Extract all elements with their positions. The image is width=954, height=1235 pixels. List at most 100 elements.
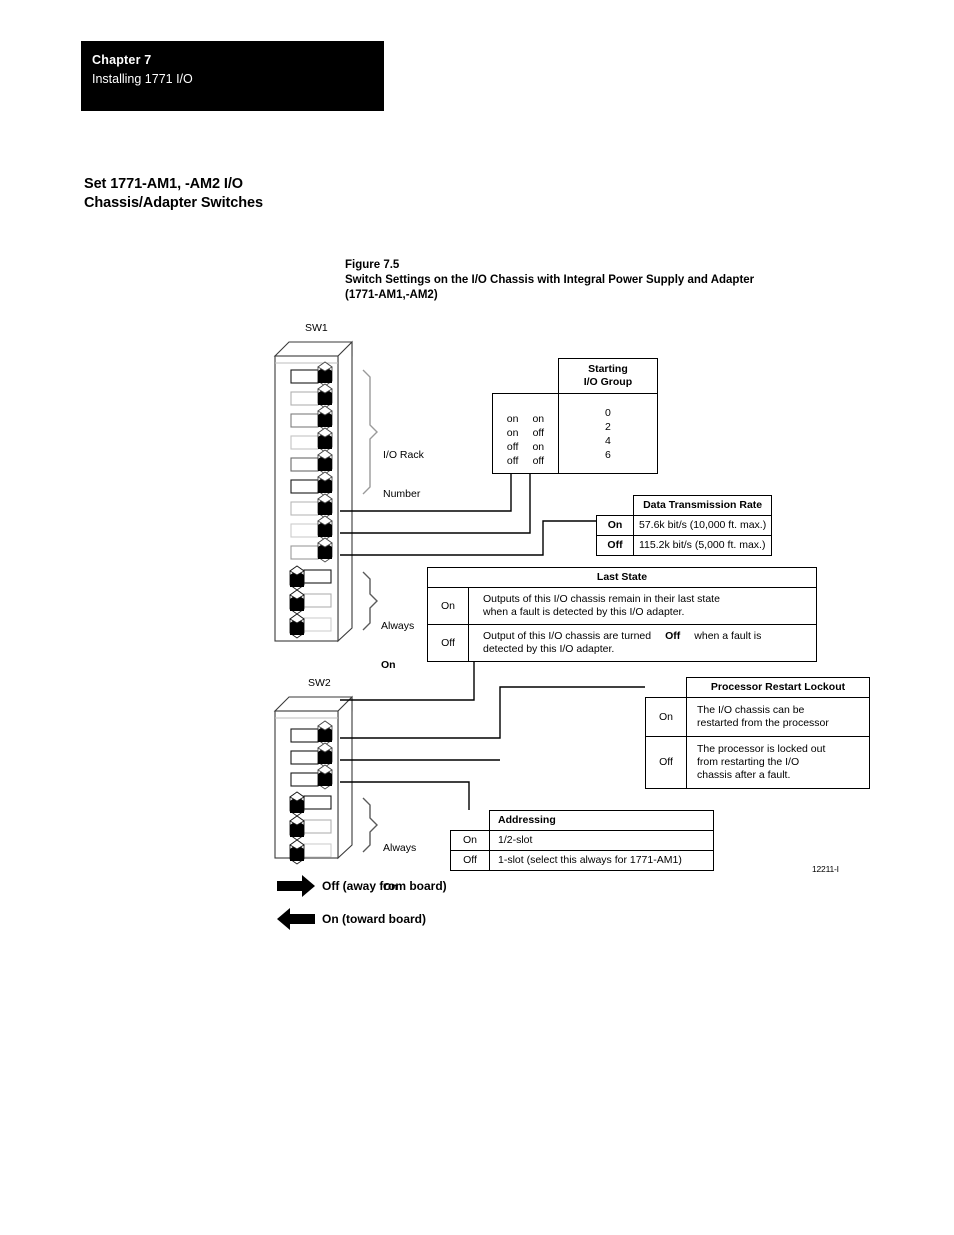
table-last-state: Last State On Outputs of this I/O chassi… [427, 567, 817, 662]
switch-bank-sw2 [273, 695, 353, 865]
last-state-desc-off-line2: detected by this I/O adapter. [483, 643, 615, 655]
label-io-rack-number: I/O Rack Number [383, 423, 424, 527]
sw1-switch-3[interactable] [290, 405, 333, 431]
spacer-cell [597, 496, 634, 516]
switch-bank-sw1 [273, 340, 353, 643]
addressing-state-on: On [450, 830, 490, 851]
table-row: Addressing [451, 810, 714, 831]
table-row: On The I/O chassis can be restarted from… [645, 697, 870, 737]
data-rate-desc-on: 57.6k bit/s (10,000 ft. max.) [632, 515, 773, 536]
table-data-transmission-rate: Data Transmission Rate On 57.6k bit/s (1… [596, 495, 773, 556]
table-row: Off 1-slot (select this always for 1771-… [450, 850, 714, 871]
last-state-state-off: Off [427, 624, 469, 662]
sw1-switch-9[interactable] [290, 537, 333, 563]
last-state-desc-on-line2: when a fault is detected by this I/O ada… [483, 606, 685, 618]
table-starting-io-group: Starting I/O Group on on off off on off o… [492, 358, 658, 474]
table-row: Processor Restart Lockout [646, 677, 870, 698]
chapter-header-bar: Chapter 7 Installing 1771 I/O [81, 41, 384, 111]
sw1-switch-6[interactable] [290, 471, 333, 497]
table-row: On 57.6k bit/s (10,000 ft. max.) [596, 515, 773, 536]
spacer-cell [646, 678, 687, 698]
section-heading: Set 1771-AM1, -AM2 I/O Chassis/Adapter S… [84, 175, 414, 213]
section-heading-line1: Set 1771-AM1, -AM2 I/O [84, 176, 243, 192]
figure-number: Figure 7.5 [345, 259, 400, 271]
label-always-2: Always [383, 842, 417, 854]
label-always-1: Always [381, 620, 415, 632]
figure-caption: Figure 7.5 Switch Settings on the I/O Ch… [345, 258, 865, 303]
label-io-rack-line2: Number [383, 488, 421, 500]
sw1-switch-4[interactable] [290, 427, 333, 453]
sw1-switch-5[interactable] [290, 449, 333, 475]
spacer-cell [492, 358, 559, 394]
table-header-addressing: Addressing [489, 810, 714, 831]
table-header-data-transmission-rate: Data Transmission Rate [632, 495, 773, 516]
table-header-processor-restart-lockout: Processor Restart Lockout [686, 677, 870, 698]
last-state-off-emphasis: Off [665, 630, 681, 642]
table-addressing: Addressing On 1/2-slot Off 1-slot (selec… [450, 810, 714, 871]
last-state-off-text2: when a fault is [694, 630, 762, 642]
legend-on-label: On (toward board) [322, 912, 426, 926]
table-row: on on off off on off on off 0 2 4 6 [492, 393, 658, 474]
table-row: Off The processor is locked out from res… [645, 736, 870, 789]
last-state-state-on: On [427, 587, 469, 625]
sw1-switch-8[interactable] [290, 515, 333, 541]
sw2-switch-5[interactable] [289, 815, 332, 841]
last-state-off-text1: Output of this I/O chassis are turned [483, 630, 652, 642]
addressing-state-off: Off [450, 850, 490, 871]
data-rate-desc-off: 115.2k bit/s (5,000 ft. max.) [632, 535, 773, 556]
table-row: Off Output of this I/O chassis are turne… [427, 624, 817, 662]
starting-group-switch-settings: on on off off on off on off [492, 393, 559, 474]
sw1-switch-11[interactable] [289, 589, 332, 615]
sw1-switch-7[interactable] [290, 493, 333, 519]
table-row: Last State [427, 567, 817, 588]
starting-group-values: 0 2 4 6 [557, 393, 658, 474]
figure-id: 12211-I [812, 864, 839, 874]
last-state-desc-off-line1: Output of this I/O chassis are turned Off… [483, 630, 808, 643]
arrow-on-icon [277, 908, 315, 930]
table-row: Starting I/O Group [492, 358, 658, 394]
table-row: Data Transmission Rate [597, 495, 773, 516]
document-page: Chapter 7 Installing 1771 I/O Set 1771-A… [0, 0, 954, 1235]
switch-col-b: on off on off [532, 413, 545, 467]
table-row: Off 115.2k bit/s (5,000 ft. max.) [596, 535, 773, 556]
data-rate-state-on: On [596, 515, 634, 536]
table-header-starting-io-group: Starting I/O Group [557, 358, 658, 394]
sw2-switch-1[interactable] [290, 720, 333, 746]
sw2-switch-2[interactable] [290, 742, 333, 768]
legend-off-label: Off (away from board) [322, 879, 447, 893]
lockout-state-on: On [645, 697, 687, 737]
lockout-desc-on: The I/O chassis can be restarted from th… [686, 697, 870, 737]
sw1-switch-10[interactable] [289, 565, 332, 591]
data-rate-state-off: Off [596, 535, 634, 556]
label-sw1-always-on: Always On [381, 594, 414, 698]
arrow-off-icon [277, 875, 315, 897]
sw1-switch-12[interactable] [289, 613, 332, 639]
table-row: On 1/2-slot [450, 830, 714, 851]
chapter-subtitle: Installing 1771 I/O [92, 72, 193, 86]
switch-bank-label-sw1: SW1 [305, 322, 328, 334]
label-io-rack-line1: I/O Rack [383, 449, 424, 461]
label-on-1: On [381, 659, 396, 671]
addressing-desc-on: 1/2-slot [489, 830, 714, 851]
chapter-label: Chapter 7 [92, 53, 152, 67]
bracket-io-rack-number [362, 369, 378, 495]
lockout-desc-off: The processor is locked out from restart… [686, 736, 870, 789]
sw1-switch-2[interactable] [290, 383, 333, 409]
table-row: On Outputs of this I/O chassis remain in… [427, 587, 817, 625]
sw2-switch-4[interactable] [289, 791, 332, 817]
section-heading-line2: Chassis/Adapter Switches [84, 195, 263, 211]
figure-title-line2: (1771-AM1,-AM2) [345, 289, 438, 301]
switch-bank-label-sw2: SW2 [308, 677, 331, 689]
sw2-switch-6[interactable] [289, 839, 332, 865]
sw2-switch-3[interactable] [290, 764, 333, 790]
table-processor-restart-lockout: Processor Restart Lockout On The I/O cha… [645, 677, 870, 789]
last-state-desc-on: Outputs of this I/O chassis remain in th… [468, 587, 817, 625]
label-sw2-always-on: Always On [383, 816, 416, 920]
spacer-cell [451, 811, 490, 831]
table-header-last-state: Last State [427, 567, 817, 588]
addressing-desc-off: 1-slot (select this always for 1771-AM1) [489, 850, 714, 871]
last-state-desc-off: Output of this I/O chassis are turned Off… [468, 624, 817, 662]
sw1-switch-1[interactable] [290, 361, 333, 387]
last-state-desc-on-line1: Outputs of this I/O chassis remain in th… [483, 593, 720, 605]
switch-col-a: on on off off [506, 413, 519, 467]
